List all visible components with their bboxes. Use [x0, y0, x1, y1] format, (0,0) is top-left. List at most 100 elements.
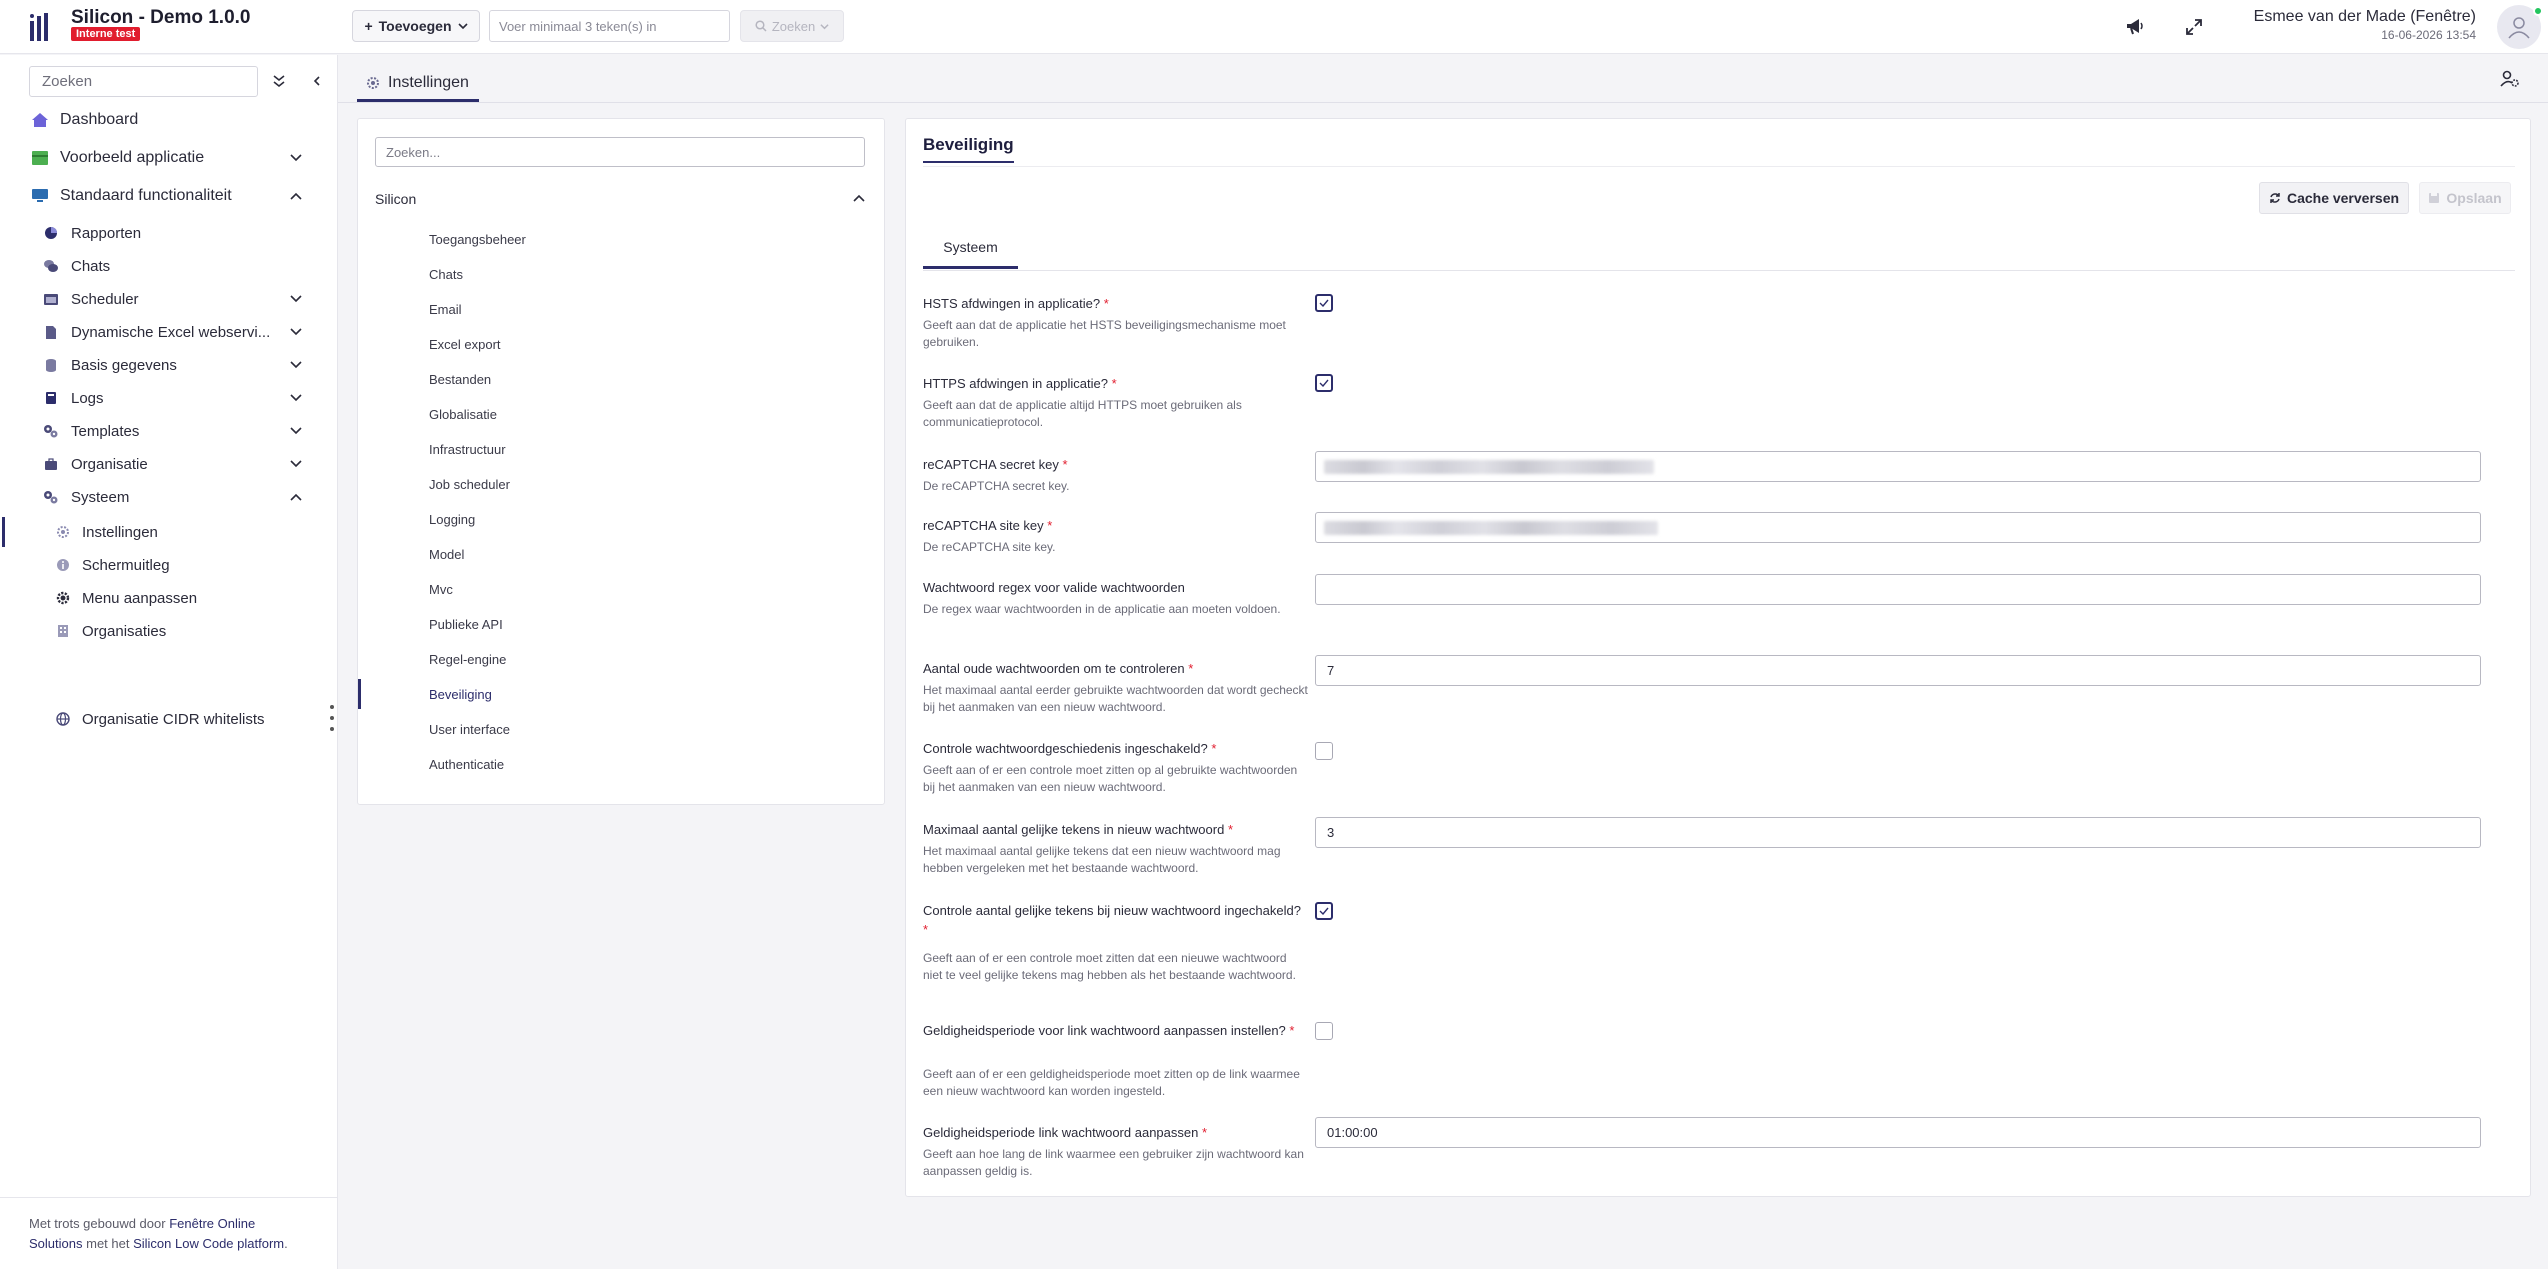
equal-chars-check-checkbox[interactable] [1315, 902, 1333, 920]
required-marker: * [1103, 296, 1109, 311]
field-label-recaptcha-site: reCAPTCHA site key * [923, 516, 1308, 535]
sidebar-search-input[interactable] [29, 66, 258, 97]
sidebar-item-systeem[interactable]: Systeem [0, 482, 338, 512]
sidebar-item-label: Organisaties [82, 622, 167, 640]
sidebar-item-schermuitleg[interactable]: Schermuitleg [0, 550, 338, 580]
sidebar-item-templates[interactable]: Templates [0, 416, 338, 446]
required-marker: * [1188, 661, 1194, 676]
sidebar-footer: Met trots gebouwd door Fenêtre Online So… [0, 1197, 337, 1269]
sidebar-item-label: Voorbeeld applicatie [60, 149, 205, 166]
sidebar-item-basis-gegevens[interactable]: Basis gegevens [0, 350, 338, 380]
chevron-down-icon [288, 324, 304, 340]
field-label-history-check: Controle wachtwoordgeschiedenis ingescha… [923, 739, 1308, 758]
sidebar-item-menu-aanpassen[interactable]: Menu aanpassen [0, 583, 338, 613]
sidebar-item-standaard-functionaliteit[interactable]: Standaard functionaliteit [0, 181, 338, 211]
field-desc-hsts: Geeft aan dat de applicatie het HSTS bev… [923, 318, 1286, 349]
resize-handle-icon[interactable] [329, 705, 335, 731]
sidebar: Dashboard Voorbeeld applicatie Standaard… [0, 55, 338, 1269]
recaptcha-secret-input[interactable] [1315, 451, 2481, 482]
required-marker: * [1211, 741, 1217, 756]
tree-item-globalisatie[interactable]: Globalisatie [429, 407, 497, 422]
tree-item-user-interface[interactable]: User interface [429, 722, 510, 737]
field-label-equal-chars-check: Controle aantal gelijke tekens bij nieuw… [923, 901, 1308, 939]
tree-item-bestanden[interactable]: Bestanden [429, 372, 491, 387]
sidebar-item-label: Instellingen [82, 523, 158, 541]
sidebar-item-scheduler[interactable]: Scheduler [0, 284, 338, 314]
sidebar-item-logs[interactable]: Logs [0, 383, 338, 413]
sidebar-item-rapporten[interactable]: Rapporten [0, 218, 338, 248]
field-label-text: HSTS afdwingen in applicatie? [923, 296, 1101, 311]
search-button[interactable]: Zoeken [740, 10, 844, 42]
old-passwords-count-input[interactable] [1315, 655, 2481, 686]
required-marker: * [1227, 822, 1234, 837]
sidebar-item-organisatie[interactable]: Organisatie [0, 449, 338, 479]
tree-item-mvc[interactable]: Mvc [429, 582, 453, 597]
max-equal-chars-input[interactable] [1315, 817, 2481, 848]
tree-item-excel-export[interactable]: Excel export [429, 337, 501, 352]
chevron-down-icon [288, 390, 304, 406]
history-check-checkbox[interactable] [1315, 742, 1333, 760]
password-regex-input[interactable] [1315, 574, 2481, 605]
tree-item-infrastructuur[interactable]: Infrastructuur [429, 442, 506, 457]
sidebar-item-dynamische-excel[interactable]: Dynamische Excel webservi... [0, 317, 338, 347]
tree-item-publieke-api[interactable]: Publieke API [429, 617, 503, 632]
tree-item-regel-engine[interactable]: Regel-engine [429, 652, 506, 667]
add-button[interactable]: + Toevoegen [352, 10, 480, 42]
footer-end: . [284, 1236, 288, 1251]
tree-item-toegangsbeheer[interactable]: Toegangsbeheer [429, 232, 526, 247]
tree-item-model[interactable]: Model [429, 547, 464, 562]
active-indicator [358, 679, 361, 709]
tree-item-job-scheduler[interactable]: Job scheduler [429, 477, 510, 492]
field-label-text: reCAPTCHA site key [923, 518, 1044, 533]
link-validity-input[interactable] [1315, 1117, 2481, 1148]
tab-instellingen[interactable]: Instellingen [357, 66, 479, 102]
tree-item-authenticatie[interactable]: Authenticatie [429, 757, 504, 772]
tree-item-email[interactable]: Email [429, 302, 462, 317]
link-validity-enabled-checkbox[interactable] [1315, 1022, 1333, 1040]
tree-item-chats[interactable]: Chats [429, 267, 463, 282]
user-settings-icon[interactable] [2498, 67, 2522, 91]
expand-all-icon[interactable] [268, 70, 290, 92]
plus-icon: + [364, 18, 373, 34]
fullscreen-icon[interactable] [2180, 13, 2208, 41]
silicon-logo[interactable] [30, 13, 48, 41]
sidebar-item-label: Dashboard [60, 111, 139, 128]
sidebar-item-chats[interactable]: Chats [0, 251, 338, 281]
sidebar-item-label: Rapporten [71, 224, 142, 242]
tree-item-logging[interactable]: Logging [429, 512, 475, 527]
global-search-input[interactable] [489, 10, 730, 42]
sidebar-item-label: Menu aanpassen [82, 589, 198, 607]
sidebar-item-voorbeeld-applicatie[interactable]: Voorbeeld applicatie [0, 143, 338, 173]
tree-group-silicon[interactable]: Silicon [375, 191, 865, 213]
footer-platform-link[interactable]: Silicon Low Code platform [133, 1236, 284, 1251]
refresh-icon [2270, 193, 2280, 203]
user-icon [2508, 17, 2530, 39]
sidebar-item-dashboard[interactable]: Dashboard [0, 105, 338, 135]
gear-icon [53, 522, 73, 542]
info-icon [53, 555, 73, 575]
user-name[interactable]: Esmee van der Made (Fenêtre) [2254, 8, 2476, 26]
sidebar-item-organisatie-cidr-whitelists[interactable]: Organisatie CIDR whitelists [0, 704, 338, 734]
field-desc-old-passwords-count: Het maximaal aantal eerder gebruikte wac… [923, 683, 1308, 714]
sidebar-item-label: Scheduler [71, 290, 139, 308]
hsts-checkbox[interactable] [1315, 294, 1333, 312]
field-label-https: HTTPS afdwingen in applicatie? * [923, 374, 1308, 393]
online-status-dot [2533, 6, 2543, 16]
refresh-cache-button[interactable]: Cache verversen [2259, 182, 2409, 214]
field-label-text: Geldigheidsperiode link wachtwoord aanpa… [923, 1125, 1199, 1140]
sidebar-item-organisaties[interactable]: Organisaties [0, 616, 338, 646]
settings-search-input[interactable] [375, 137, 865, 167]
sidebar-item-instellingen[interactable]: Instellingen [0, 517, 338, 547]
save-button[interactable]: Opslaan [2419, 182, 2511, 214]
chevron-up-icon [288, 489, 304, 505]
field-label-text: Maximaal aantal gelijke tekens in nieuw … [923, 822, 1225, 837]
tree-item-beveiliging[interactable]: Beveiliging [429, 687, 492, 702]
footer-prefix: Met trots gebouwd door [29, 1216, 166, 1231]
https-checkbox[interactable] [1315, 374, 1333, 392]
top-bar: Silicon - Demo 1.0.0 Interne test + Toev… [0, 0, 2548, 54]
recaptcha-site-input[interactable] [1315, 512, 2481, 543]
tab-systeem[interactable]: Systeem [923, 235, 1018, 269]
chevron-up-icon [288, 188, 304, 204]
megaphone-icon[interactable] [2121, 13, 2149, 41]
collapse-sidebar-icon[interactable] [306, 70, 328, 92]
